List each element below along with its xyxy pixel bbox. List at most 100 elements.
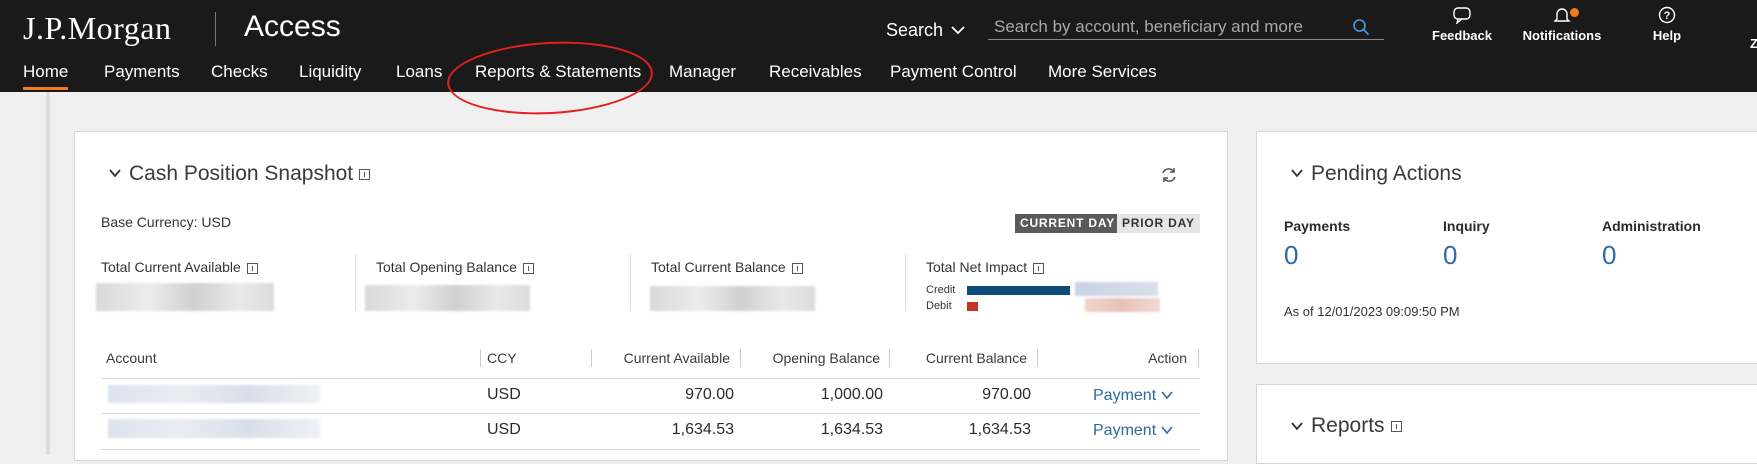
debit-bar <box>967 302 978 311</box>
base-currency: Base Currency: USD <box>101 214 231 230</box>
cell-current-balance: 970.00 <box>982 386 1031 403</box>
collapse-caret-icon[interactable] <box>1290 166 1304 180</box>
col-divider <box>480 349 481 367</box>
cell-opening-balance: 1,000.00 <box>820 386 883 403</box>
chevron-down-icon <box>1160 426 1173 435</box>
cell-opening-balance: 1,634.53 <box>820 421 883 438</box>
row-divider <box>101 449 1200 450</box>
col-divider <box>740 349 741 367</box>
redacted-credit-value <box>1075 282 1158 296</box>
pending-administration-count[interactable]: 0 <box>1602 240 1616 271</box>
col-ccy[interactable]: CCY <box>487 350 517 366</box>
chevron-down-icon[interactable] <box>950 22 966 38</box>
nav-home[interactable]: Home <box>23 62 69 90</box>
metric-divider <box>905 253 906 311</box>
current-day-toggle[interactable]: CURRENT DAY <box>1015 214 1121 233</box>
metric-total-net-impact: Total Net Impact <box>926 259 1045 275</box>
help-icon: ? <box>1658 6 1676 24</box>
nav-manager[interactable]: Manager <box>669 62 736 82</box>
bell-icon <box>1553 8 1571 22</box>
debit-label: Debit <box>926 300 952 312</box>
row-divider <box>101 413 1200 414</box>
pending-actions-title: Pending Actions <box>1311 162 1462 185</box>
metric-label: Total Net Impact <box>926 259 1028 275</box>
pending-administration-label: Administration <box>1602 218 1701 234</box>
cell-ccy: USD <box>487 386 521 403</box>
info-icon[interactable] <box>359 168 371 180</box>
edge-menu-item[interactable]: Z <box>1750 36 1757 51</box>
search-input[interactable] <box>988 14 1384 40</box>
search-icon[interactable] <box>1352 18 1370 36</box>
info-icon[interactable] <box>791 262 803 274</box>
nav-more-services[interactable]: More Services <box>1048 62 1157 82</box>
as-of-timestamp: As of 12/01/2023 09:09:50 PM <box>1284 304 1460 319</box>
help-label: Help <box>1652 28 1682 43</box>
cash-snapshot-title: Cash Position Snapshot <box>129 162 371 186</box>
nav-payments[interactable]: Payments <box>104 62 180 82</box>
notifications-label: Notifications <box>1522 28 1602 43</box>
pending-payments-count[interactable]: 0 <box>1284 240 1298 271</box>
reports-title-text: Reports <box>1311 414 1385 437</box>
info-icon[interactable] <box>1390 420 1402 432</box>
notifications-button[interactable]: Notifications <box>1512 4 1612 52</box>
nav-reports-statements[interactable]: Reports & Statements <box>475 62 641 82</box>
nav-checks[interactable]: Checks <box>211 62 268 82</box>
chat-bubble-icon <box>1453 7 1471 24</box>
nav-payment-control[interactable]: Payment Control <box>890 62 1017 82</box>
cell-current-available: 970.00 <box>685 386 734 403</box>
metric-label: Total Current Balance <box>651 259 786 275</box>
col-opening-balance[interactable]: Opening Balance <box>746 350 880 366</box>
info-icon[interactable] <box>1033 262 1045 274</box>
nav-liquidity[interactable]: Liquidity <box>299 62 361 82</box>
cell-current-balance: 1,634.53 <box>968 421 1031 438</box>
redacted-account[interactable] <box>108 419 320 438</box>
metric-divider <box>355 253 356 311</box>
chevron-down-icon <box>1160 391 1173 400</box>
redacted-value <box>365 285 530 311</box>
payment-action-button[interactable]: Payment <box>1093 387 1173 405</box>
metric-label: Total Current Available <box>101 259 241 275</box>
collapse-caret-icon[interactable] <box>1290 419 1304 433</box>
col-action: Action <box>1148 350 1187 366</box>
metric-total-current-available: Total Current Available <box>101 259 258 275</box>
nav-loans[interactable]: Loans <box>396 62 442 82</box>
pending-inquiry-count[interactable]: 0 <box>1443 240 1457 271</box>
action-label: Payment <box>1093 387 1157 404</box>
row-divider <box>101 378 1200 379</box>
svg-text:?: ? <box>1664 10 1671 22</box>
redacted-value <box>650 286 815 311</box>
jpmorgan-logo[interactable]: J.P.Morgan <box>23 10 171 47</box>
reports-title: Reports <box>1311 414 1402 438</box>
product-name: Access <box>244 10 341 43</box>
prior-day-toggle[interactable]: PRIOR DAY <box>1117 214 1200 233</box>
credit-bar <box>967 286 1070 295</box>
col-current-available[interactable]: Current Available <box>598 350 730 366</box>
refresh-icon[interactable] <box>1160 166 1178 184</box>
content-edge <box>46 92 50 455</box>
info-icon[interactable] <box>522 262 534 274</box>
redacted-value <box>96 283 274 311</box>
redacted-account[interactable] <box>108 385 320 403</box>
notification-badge <box>1570 8 1579 17</box>
col-account[interactable]: Account <box>106 350 157 366</box>
col-divider <box>889 349 890 367</box>
pending-inquiry-label: Inquiry <box>1443 218 1490 234</box>
header-divider <box>215 12 216 46</box>
col-divider <box>591 349 592 367</box>
search-scope-dropdown[interactable]: Search <box>886 20 943 41</box>
feedback-label: Feedback <box>1432 28 1492 43</box>
credit-label: Credit <box>926 284 956 296</box>
col-divider <box>1198 349 1199 367</box>
metric-divider <box>630 253 631 311</box>
pending-payments-label: Payments <box>1284 218 1351 234</box>
cash-snapshot-title-text: Cash Position Snapshot <box>129 162 354 185</box>
feedback-button[interactable]: Feedback <box>1412 4 1512 52</box>
info-icon[interactable] <box>246 262 258 274</box>
col-current-balance[interactable]: Current Balance <box>895 350 1027 366</box>
nav-receivables[interactable]: Receivables <box>769 62 862 82</box>
payment-action-button[interactable]: Payment <box>1093 422 1173 440</box>
help-button[interactable]: ? Help <box>1617 4 1717 52</box>
collapse-caret-icon[interactable] <box>108 166 122 180</box>
action-label: Payment <box>1093 422 1157 439</box>
metric-total-opening-balance: Total Opening Balance <box>376 259 534 275</box>
